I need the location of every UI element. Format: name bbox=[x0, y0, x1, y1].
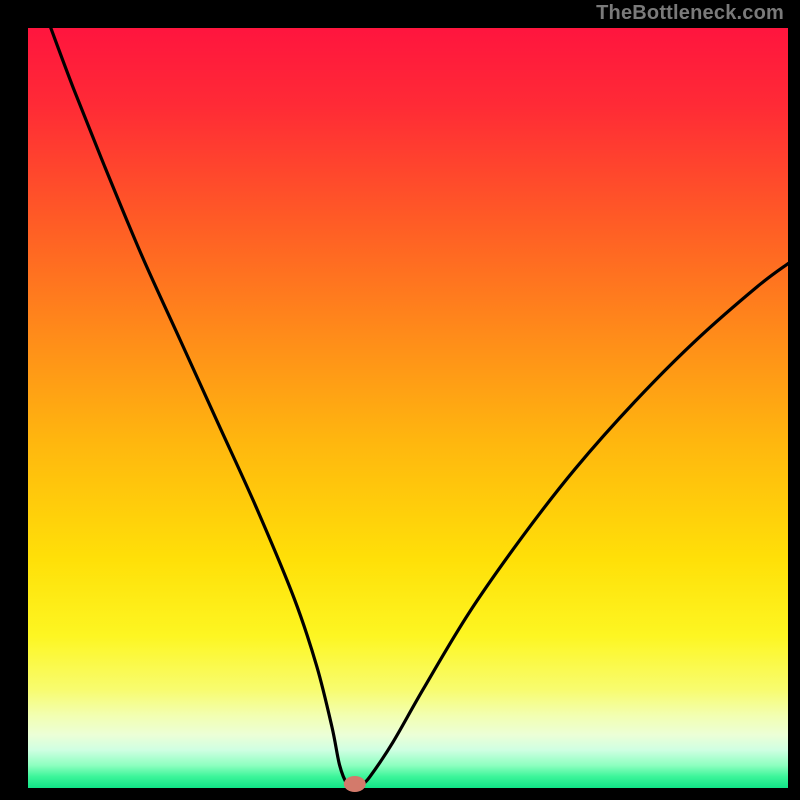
bottleneck-chart bbox=[0, 0, 800, 800]
gradient-background bbox=[28, 28, 788, 788]
watermark-text: TheBottleneck.com bbox=[596, 2, 784, 25]
optimal-point-marker bbox=[344, 776, 366, 792]
chart-frame: TheBottleneck.com bbox=[0, 0, 800, 800]
